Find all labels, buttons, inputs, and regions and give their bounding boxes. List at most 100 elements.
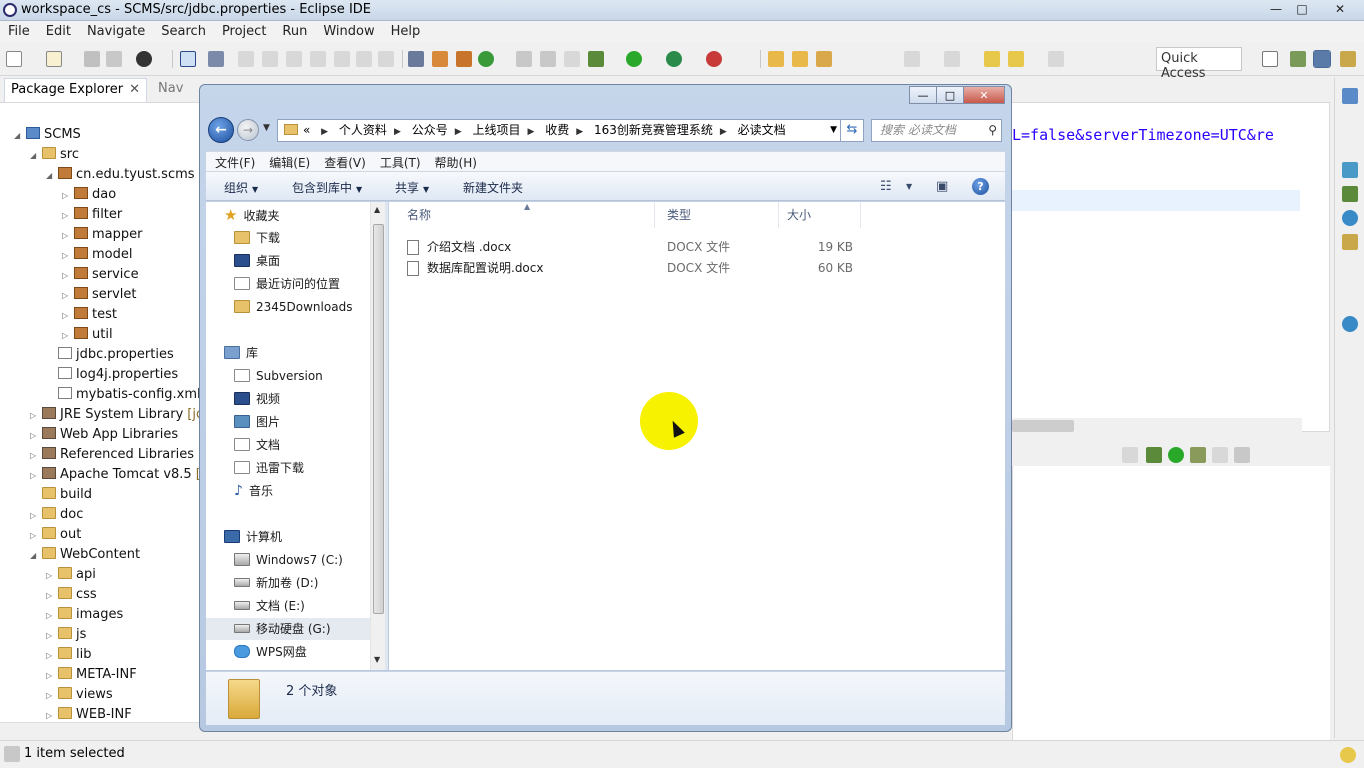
expand-right-icon[interactable]: ▷: [62, 206, 74, 226]
expand-down-icon[interactable]: ◢: [46, 166, 58, 186]
close-icon[interactable]: ✕: [129, 82, 140, 97]
hierarchy-icon[interactable]: [1342, 162, 1358, 178]
expand-right-icon[interactable]: ▷: [30, 506, 42, 526]
step-into-icon[interactable]: [334, 51, 350, 67]
expand-right-icon[interactable]: ▷: [46, 646, 58, 666]
tree-item[interactable]: ▷ service: [62, 265, 139, 285]
tree-item[interactable]: ▷ out: [30, 525, 81, 545]
minimize-button[interactable]: —: [1262, 0, 1290, 19]
tree-item[interactable]: ▷ test: [62, 305, 117, 325]
package-explorer-tab[interactable]: Package Explorer ✕: [4, 78, 148, 102]
stop-icon[interactable]: [1212, 447, 1228, 463]
tree-item[interactable]: ▷ Web App Libraries: [30, 425, 178, 445]
tree-item[interactable]: ◢ WebContent: [30, 545, 140, 565]
scroll-up-icon[interactable]: ▲: [374, 205, 380, 214]
maximize-button[interactable]: □: [1288, 0, 1316, 19]
tree-item[interactable]: mybatis-config.xml: [46, 385, 201, 405]
file-row[interactable]: 数据库配置说明.docx DOCX 文件 60 KB: [389, 258, 1005, 279]
minimize-view-icon[interactable]: [1122, 447, 1138, 463]
tree-item[interactable]: ◢ SCMS: [14, 125, 81, 145]
tree-item[interactable]: ▷ css: [46, 585, 97, 605]
organize-button[interactable]: 组织 ▼: [224, 179, 258, 196]
nav-item-drive-e[interactable]: 文档 (E:): [234, 595, 305, 617]
drop-to-frame-icon[interactable]: [408, 51, 424, 67]
nav-item-music[interactable]: ♪ 音乐: [234, 480, 273, 502]
menu-help[interactable]: Help: [383, 21, 429, 39]
new-icon[interactable]: [6, 51, 22, 67]
tree-item[interactable]: ▷ Referenced Libraries: [30, 445, 194, 465]
resume-icon[interactable]: [238, 51, 254, 67]
last-edit-location-icon[interactable]: [984, 51, 1000, 67]
expand-right-icon[interactable]: ▷: [62, 306, 74, 326]
outline-icon[interactable]: [1342, 88, 1358, 104]
new-class-icon[interactable]: [478, 51, 494, 67]
tree-item[interactable]: ▷ filter: [62, 205, 122, 225]
column-header-type[interactable]: 类型: [661, 202, 779, 228]
expand-right-icon[interactable]: ▷: [62, 266, 74, 286]
expand-right-icon[interactable]: ▷: [46, 606, 58, 626]
menu-window[interactable]: Window: [315, 21, 382, 39]
nav-item-downloads[interactable]: 下载: [234, 227, 280, 249]
search-icon[interactable]: [816, 51, 832, 67]
expand-right-icon[interactable]: ▷: [62, 326, 74, 346]
step-over-icon[interactable]: [356, 51, 372, 67]
chevron-right-icon[interactable]: ▶: [527, 127, 534, 137]
chevron-right-icon[interactable]: ▶: [720, 127, 727, 137]
expand-right-icon[interactable]: ▷: [46, 566, 58, 586]
expand-right-icon[interactable]: ▷: [46, 586, 58, 606]
run-icon[interactable]: [1168, 447, 1184, 463]
nav-item-drive-d[interactable]: 新加卷 (D:): [234, 572, 318, 594]
expand-down-icon[interactable]: ◢: [30, 546, 42, 566]
expand-right-icon[interactable]: ▷: [46, 626, 58, 646]
navigation-scrollbar[interactable]: ▲ ▼: [370, 202, 385, 670]
quick-access-input[interactable]: Quick Access: [1156, 47, 1242, 81]
expand-right-icon[interactable]: ▷: [30, 526, 42, 546]
include-in-library-button[interactable]: 包含到库中 ▼: [292, 179, 362, 196]
scroll-down-icon[interactable]: ▼: [374, 655, 380, 664]
breadcrumb-item[interactable]: 上线项目: [472, 123, 520, 137]
file-row[interactable]: 介绍文档 .docx DOCX 文件 19 KB: [389, 237, 1005, 258]
menu-file[interactable]: File: [0, 21, 38, 39]
skip-breakpoints-icon[interactable]: [208, 51, 224, 67]
refresh-button[interactable]: ⇆: [840, 119, 864, 142]
tree-item[interactable]: ▷ mapper: [62, 225, 142, 245]
nav-favorites[interactable]: ★ 收藏夹: [224, 204, 279, 226]
navigation-scroll-thumb[interactable]: [373, 224, 384, 614]
menu-tools[interactable]: 工具(T): [375, 152, 426, 171]
tasks-icon[interactable]: [1342, 234, 1358, 250]
close-button[interactable]: ✕: [1326, 0, 1354, 19]
nav-item-drive-g[interactable]: 移动硬盘 (G:): [206, 618, 374, 640]
breadcrumb-item[interactable]: 收费: [545, 123, 569, 137]
tree-item[interactable]: ▷ servlet: [62, 285, 137, 305]
breadcrumb-item[interactable]: 163创新竞赛管理系统: [594, 123, 713, 137]
forward-button[interactable]: →: [237, 119, 259, 141]
word-wrap-icon[interactable]: [540, 51, 556, 67]
chevron-right-icon[interactable]: ▶: [394, 127, 401, 137]
java-perspective-icon[interactable]: [1340, 51, 1356, 67]
expand-right-icon[interactable]: ▷: [30, 426, 42, 446]
menu-view[interactable]: 查看(V): [319, 152, 371, 171]
expand-down-icon[interactable]: ◢: [14, 126, 26, 146]
back-arrow-icon[interactable]: [1008, 51, 1024, 67]
nav-item-subversion[interactable]: Subversion: [234, 365, 323, 387]
tree-item[interactable]: ▷ images: [46, 605, 123, 625]
search-input[interactable]: 搜索 必读文档 ⚲: [871, 119, 1002, 142]
open-type-icon[interactable]: [768, 51, 784, 67]
nav-item-wps-drive[interactable]: WPS网盘: [234, 641, 307, 663]
tree-item[interactable]: ▷ api: [46, 565, 96, 585]
console-icon[interactable]: [180, 51, 196, 67]
menu-navigate[interactable]: Navigate: [79, 21, 153, 39]
debug-icon[interactable]: [1146, 447, 1162, 463]
java-ee-perspective-icon[interactable]: [1290, 51, 1306, 67]
back-button[interactable]: ←: [208, 117, 234, 143]
disconnect-icon[interactable]: [310, 51, 326, 67]
help-icon[interactable]: [1342, 316, 1358, 332]
nav-item-documents[interactable]: 文档: [234, 434, 280, 456]
use-step-filters-icon[interactable]: [432, 51, 448, 67]
menu-run[interactable]: Run: [274, 21, 315, 39]
tree-item[interactable]: ▷ lib: [46, 645, 91, 665]
address-bar[interactable]: « ▶ 个人资料 ▶ 公众号 ▶ 上线项目 ▶ 收费 ▶ 163创新竞赛管理系统 ▶ 必读…: [277, 119, 842, 142]
editor-hscroll-thumb[interactable]: [1012, 420, 1074, 432]
nav-item-2345downloads[interactable]: 2345Downloads: [234, 296, 352, 318]
new-file-icon[interactable]: [46, 51, 62, 67]
